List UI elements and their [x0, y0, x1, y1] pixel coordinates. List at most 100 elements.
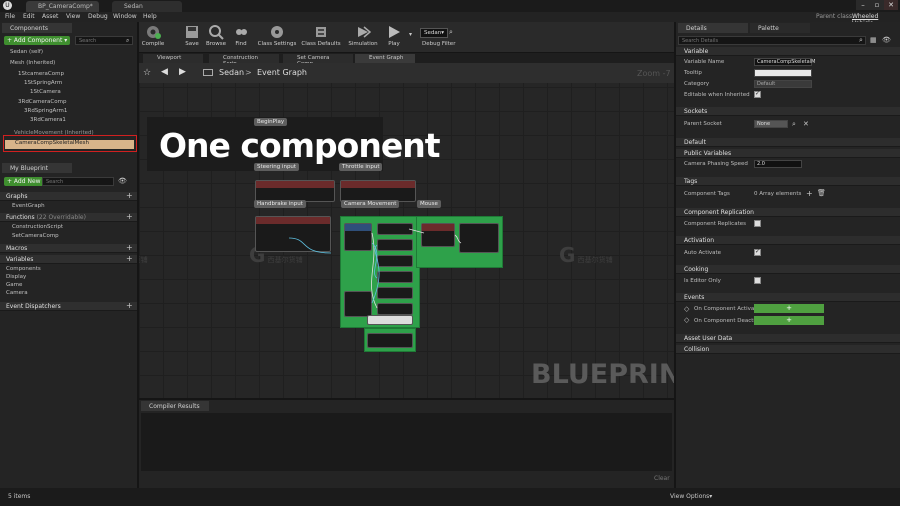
tree-item-sedan-self[interactable]: Sedan (self) [10, 49, 43, 58]
is-editor-only-checkbox[interactable] [754, 277, 761, 284]
unreal-logo-icon[interactable]: U [3, 1, 12, 10]
compiler-log [141, 413, 672, 471]
components-tab[interactable]: Components [2, 23, 72, 33]
class-defaults-icon [313, 24, 329, 40]
class-defaults-button[interactable]: Class Defaults [301, 24, 341, 47]
find-button[interactable]: Find [233, 24, 249, 47]
details-tab[interactable]: Details [678, 23, 748, 33]
tree-item-1stspringarm[interactable]: 1StSpringArm [24, 80, 62, 89]
function-item-setcameracomp[interactable]: SetCameraComp [12, 233, 59, 242]
maximize-icon[interactable]: ▫ [870, 0, 884, 10]
add-variable-icon[interactable]: + [126, 254, 133, 263]
my-blueprint-tab[interactable]: My Blueprint [2, 163, 72, 173]
add-deactivated-event-button[interactable]: + [754, 316, 824, 325]
grid-view-icon[interactable]: ▦ [870, 36, 877, 44]
graph-item-eventgraph[interactable]: EventGraph [12, 203, 45, 212]
tab-construction-script[interactable]: Construction Scrip [209, 54, 279, 67]
graph-editor[interactable]: ☆ ◀ ▶ Sedan > Event Graph Zoom -7 G 西基尔货… [139, 63, 674, 398]
save-button[interactable]: Save [183, 24, 201, 47]
section-sockets[interactable]: Sockets [676, 107, 900, 116]
view-options-button[interactable]: View Options▾ [670, 493, 712, 500]
toolbar: Compile Save Browse Find Class Settings … [139, 22, 674, 52]
section-events[interactable]: Events [676, 293, 900, 302]
menu-view[interactable]: View [66, 13, 80, 20]
menu-window[interactable]: Window [113, 13, 137, 20]
asset-tab-bp-cameracomp[interactable]: BP_CameraComp* [26, 1, 99, 12]
menu-asset[interactable]: Asset [42, 13, 58, 20]
category-select[interactable]: Default [754, 80, 812, 88]
variable-name-field[interactable]: CameraCompSkeletalM [754, 58, 815, 66]
graphs-header[interactable]: Graphs [0, 192, 137, 201]
add-component-button[interactable]: + Add Component ▾ [4, 36, 71, 45]
macros-header[interactable]: Macros [0, 244, 137, 253]
section-asset-user-data[interactable]: Asset User Data [676, 334, 900, 343]
debug-filter-select[interactable]: Sedan▾ [420, 28, 448, 38]
auto-activate-checkbox[interactable] [754, 248, 761, 256]
tab-set-camera-comp[interactable]: Set Camera Comp [283, 54, 353, 67]
browse-button[interactable]: Browse [205, 24, 227, 47]
functions-header[interactable]: Functions (22 Overridable) [0, 213, 137, 222]
section-collision[interactable]: Collision [676, 345, 900, 354]
eye-icon[interactable]: 👁 [118, 177, 127, 185]
debug-filter-search-icon[interactable]: ⌕ [449, 28, 453, 37]
component-replicates-checkbox[interactable] [754, 220, 761, 227]
save-label: Save [185, 41, 199, 47]
tree-item-3rdcameracomp[interactable]: 3RdCameraComp [18, 99, 66, 108]
section-activation[interactable]: Activation [676, 236, 900, 245]
menu-edit[interactable]: Edit [23, 13, 35, 20]
add-dispatcher-icon[interactable]: + [126, 301, 133, 310]
editable-inherited-checkbox[interactable] [754, 90, 761, 98]
section-tags[interactable]: Tags [676, 177, 900, 186]
clear-socket-icon[interactable]: ✕ [803, 120, 809, 128]
menu-debug[interactable]: Debug [88, 13, 108, 20]
tree-item-mesh[interactable]: Mesh (Inherited) [10, 60, 55, 69]
variable-category-camera[interactable]: Camera [6, 290, 28, 299]
section-public-variables[interactable]: Public Variables [676, 149, 900, 158]
tree-item-1stcameracomp[interactable]: 1StcameraComp [18, 71, 64, 80]
close-icon[interactable]: ✕ [884, 0, 898, 10]
tab-viewport[interactable]: Viewport [143, 54, 203, 63]
details-panel: Details Palette Search Details ⌕ ▦ 👁 Var… [676, 22, 900, 488]
parent-socket-field[interactable]: None [754, 120, 788, 128]
camera-phasing-field[interactable]: 2.0 [754, 160, 802, 168]
eye-icon[interactable]: 👁 [882, 36, 891, 44]
function-item-constructionscript[interactable]: ConstructionScript [12, 224, 63, 233]
details-search-input[interactable]: Search Details [678, 36, 866, 45]
variables-header[interactable]: Variables [0, 255, 137, 264]
compile-button[interactable]: Compile [141, 24, 165, 47]
blueprint-search-input[interactable]: Search [42, 177, 114, 186]
section-variable[interactable]: Variable [676, 47, 900, 56]
menu-help[interactable]: Help [143, 13, 157, 20]
class-settings-button[interactable]: Class Settings [257, 24, 297, 47]
play-options-chevron-icon[interactable]: ▾ [409, 31, 412, 38]
find-label: Find [235, 41, 247, 47]
add-activated-event-button[interactable]: + [754, 304, 824, 313]
compiler-results-tab[interactable]: Compiler Results [141, 401, 209, 411]
add-function-icon[interactable]: + [126, 212, 133, 221]
tooltip-field[interactable] [754, 69, 812, 77]
parent-socket-label: Parent Socket [684, 121, 722, 127]
event-dispatchers-header[interactable]: Event Dispatchers [0, 302, 137, 311]
tree-item-3rdcamera1[interactable]: 3RdCamera1 [30, 117, 66, 126]
play-button[interactable]: Play [385, 24, 403, 47]
section-component-replication[interactable]: Component Replication [676, 208, 900, 217]
add-graph-icon[interactable]: + [126, 191, 133, 200]
tree-item-1stcamera[interactable]: 1StCamera [30, 89, 61, 98]
asset-tab-sedan[interactable]: Sedan [112, 1, 182, 12]
menu-file[interactable]: File [5, 13, 15, 20]
palette-tab[interactable]: Palette [750, 23, 810, 33]
clear-button[interactable]: Clear [654, 475, 670, 482]
section-default[interactable]: Default [676, 138, 900, 147]
tree-item-3rdspringarm1[interactable]: 3RdSpringArm1 [24, 108, 67, 117]
components-search-input[interactable]: Search [75, 36, 133, 45]
add-tag-icon[interactable]: + [806, 189, 813, 198]
trash-icon[interactable]: 🗑 [817, 189, 826, 197]
tree-item-cameracompskeletalmesh[interactable]: CameraCompSkeletalMesh [5, 140, 134, 149]
blueprint-watermark: BLUEPRINT [531, 359, 674, 390]
minimize-icon[interactable]: – [856, 0, 870, 10]
simulation-button[interactable]: Simulation [347, 24, 379, 47]
section-cooking[interactable]: Cooking [676, 265, 900, 274]
add-macro-icon[interactable]: + [126, 243, 133, 252]
tab-event-graph[interactable]: Event Graph [355, 54, 415, 63]
socket-search-icon[interactable]: ⌕ [792, 120, 796, 129]
